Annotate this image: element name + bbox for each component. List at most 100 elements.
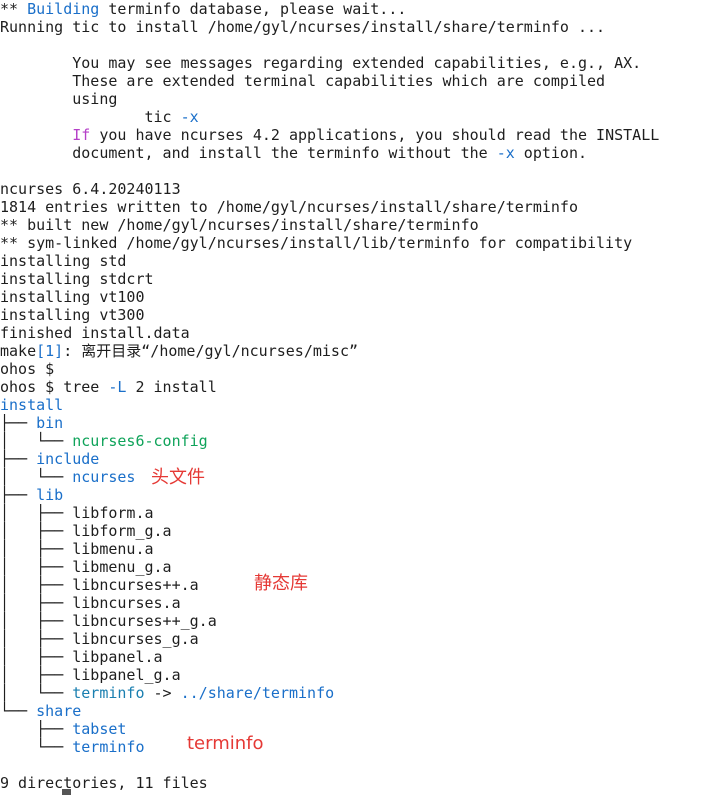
terminal-line: │ ├── libpanel_g.a: [0, 666, 181, 684]
terminal-text: Running tic to install /home/gyl/ncurses…: [0, 18, 606, 36]
terminal-text: bin: [36, 414, 64, 432]
terminal-line: tic -x: [0, 108, 199, 126]
terminal-line: ohos $ tree -L 2 install: [0, 378, 217, 396]
terminal-text: ├──: [0, 486, 37, 504]
terminal-text: │ └──: [0, 468, 73, 486]
terminal-text: installing vt100: [0, 288, 145, 306]
terminal-line: │ └── ncurses: [0, 468, 135, 486]
terminal-text: terminfo database, please wait...: [99, 0, 407, 18]
terminal-text: │ ├── libncurses_g.a: [0, 630, 199, 648]
terminal-line: │ ├── libncurses++_g.a: [0, 612, 217, 630]
terminal-text: ->: [144, 684, 181, 702]
terminal-text: -x: [496, 144, 515, 162]
terminal-text: tic: [0, 108, 181, 126]
terminal-line: ** Building terminfo database, please wa…: [0, 0, 406, 18]
terminal-line: You may see messages regarding extended …: [0, 54, 641, 72]
annotation-headers: 头文件: [151, 467, 205, 488]
terminal-text: installing stdcrt: [0, 270, 154, 288]
terminal-text: │ ├── libpanel_g.a: [0, 666, 181, 684]
terminal-text: -x: [180, 108, 199, 126]
terminal-line: installing stdcrt: [0, 270, 154, 288]
terminal-line: installing vt300: [0, 306, 145, 324]
terminal-text: finished install.data: [0, 324, 190, 342]
terminal-line: │ ├── libform_g.a: [0, 522, 172, 540]
terminal-text: │ └──: [0, 684, 73, 702]
terminal-text: ncurses6-config: [72, 432, 208, 450]
terminal-text: └──: [0, 738, 73, 756]
terminal-line: 1814 entries written to /home/gyl/ncurse…: [0, 198, 578, 216]
terminal-line: │ ├── libncurses.a: [0, 594, 181, 612]
terminal-text: │ ├── libmenu.a: [0, 540, 154, 558]
terminal-text: │ ├── libncurses++.a: [0, 576, 199, 594]
terminal-text: ├──: [0, 450, 37, 468]
terminal-line: installing std: [0, 252, 126, 270]
terminal-text: │ ├── libpanel.a: [0, 648, 163, 666]
terminal-text: -L: [108, 378, 127, 396]
terminal-text: │ ├── libform.a: [0, 504, 154, 522]
terminal-line: installing vt100: [0, 288, 145, 306]
terminal-text: ohos $ tree: [0, 378, 109, 396]
terminal-text: lib: [36, 486, 64, 504]
terminal-text: install: [0, 396, 64, 414]
terminal-line: │ ├── libncurses_g.a: [0, 630, 199, 648]
terminal-text: 2 install: [126, 378, 217, 396]
terminal-text: │ ├── libform_g.a: [0, 522, 172, 540]
terminal-line: ├── bin: [0, 414, 63, 432]
terminal-text: Building: [27, 0, 100, 18]
terminal-line: │ ├── libform.a: [0, 504, 154, 522]
terminal-text: ** sym-linked /home/gyl/ncurses/install/…: [0, 234, 633, 252]
terminal-cursor: [62, 789, 71, 795]
terminal-text: include: [36, 450, 100, 468]
terminal-text: option.: [514, 144, 588, 162]
terminal-text: │ └──: [0, 432, 73, 450]
terminal-text: │ ├── libncurses.a: [0, 594, 181, 612]
terminal-text: tabset: [72, 720, 127, 738]
terminal-line: └── terminfo: [0, 738, 144, 756]
terminal-text: ** built new /home/gyl/ncurses/install/s…: [0, 216, 479, 234]
terminal-line: ├── lib: [0, 486, 63, 504]
terminal-line: │ └── terminfo -> ../share/terminfo: [0, 684, 334, 702]
terminal-text: installing vt300: [0, 306, 145, 324]
terminal-line: 9 directories, 11 files: [0, 774, 208, 792]
terminal-text: │ ├── libmenu_g.a: [0, 558, 172, 576]
terminal-text: document, and install the terminfo witho…: [0, 144, 497, 162]
terminal-line: │ ├── libpanel.a: [0, 648, 163, 666]
annotation-static-libs: 静态库: [254, 573, 308, 594]
terminal-line: │ ├── libncurses++.a: [0, 576, 199, 594]
terminal-line: │ ├── libmenu_g.a: [0, 558, 172, 576]
terminal-line: make[1]: 离开目录“/home/gyl/ncurses/misc”: [0, 342, 358, 360]
terminal-line: using: [0, 90, 117, 108]
terminal-text: : 离开目录“/home/gyl/ncurses/misc”: [63, 342, 359, 360]
terminal-text: If: [72, 126, 91, 144]
terminal-text: terminfo: [72, 684, 145, 702]
terminal-text: **: [0, 0, 28, 18]
terminal-text: make: [0, 342, 37, 360]
terminal-line: ** sym-linked /home/gyl/ncurses/install/…: [0, 234, 632, 252]
terminal-text: ../share/terminfo: [180, 684, 335, 702]
terminal-line: document, and install the terminfo witho…: [0, 144, 587, 162]
terminal-window[interactable]: ** Building terminfo database, please wa…: [0, 0, 720, 795]
terminal-line: ohos $: [0, 360, 54, 378]
terminal-text: share: [36, 702, 82, 720]
terminal-text: ├──: [0, 720, 73, 738]
terminal-text: ncurses: [72, 468, 136, 486]
terminal-text: you have ncurses 4.2 applications, you s…: [90, 126, 660, 144]
terminal-line: finished install.data: [0, 324, 190, 342]
terminal-line: Running tic to install /home/gyl/ncurses…: [0, 18, 605, 36]
terminal-line: └── share: [0, 702, 81, 720]
terminal-line: install: [0, 396, 63, 414]
terminal-line: These are extended terminal capabilities…: [0, 72, 605, 90]
terminal-line: ├── tabset: [0, 720, 126, 738]
terminal-line: │ └── ncurses6-config: [0, 432, 208, 450]
terminal-text: │ ├── libncurses++_g.a: [0, 612, 217, 630]
terminal-line: If you have ncurses 4.2 applications, yo…: [0, 126, 659, 144]
terminal-text: ohos $: [0, 360, 55, 378]
terminal-text: You may see messages regarding extended …: [0, 54, 642, 72]
terminal-text: ├──: [0, 414, 37, 432]
terminal-line: ncurses 6.4.20240113: [0, 180, 181, 198]
terminal-text: [1]: [36, 342, 64, 360]
terminal-text: These are extended terminal capabilities…: [0, 72, 606, 90]
terminal-line: ** built new /home/gyl/ncurses/install/s…: [0, 216, 479, 234]
terminal-text: └──: [0, 702, 37, 720]
